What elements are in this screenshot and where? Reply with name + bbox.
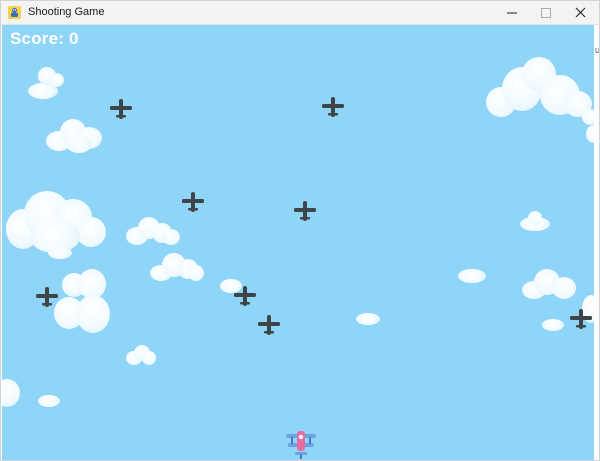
close-icon (575, 7, 585, 18)
maximize-icon (541, 7, 551, 18)
game-window: Shooting Game Score: 0 u (0, 0, 600, 461)
cloud (356, 309, 382, 325)
maximize-button[interactable] (529, 1, 563, 24)
game-canvas[interactable]: Score: 0 (2, 25, 594, 460)
cloud (126, 345, 158, 365)
cloud (48, 245, 72, 259)
enemy-plane-icon (36, 287, 58, 307)
cloud (46, 117, 104, 155)
cloud (522, 269, 578, 301)
enemy-plane-icon (322, 97, 344, 117)
close-button[interactable] (563, 1, 597, 24)
enemy-plane-icon (234, 286, 256, 306)
enemy-plane-icon (258, 315, 280, 335)
minimize-button[interactable] (495, 1, 529, 24)
python-game-icon (8, 6, 21, 19)
edge-text: u (595, 45, 600, 55)
cloud (2, 379, 22, 409)
cloud (486, 57, 594, 121)
window-edge (594, 25, 599, 460)
enemy-plane-icon (182, 192, 204, 212)
cloud (582, 109, 594, 145)
cloud (150, 253, 206, 283)
cloud (126, 217, 182, 247)
title-bar[interactable]: Shooting Game (1, 1, 599, 25)
cloud (542, 315, 566, 331)
enemy-plane-icon (570, 309, 592, 329)
cloud (38, 391, 62, 407)
cloud (458, 265, 488, 283)
cloud (520, 211, 552, 231)
cloud (54, 269, 114, 335)
score-label: Score: 0 (10, 29, 79, 48)
window-title: Shooting Game (28, 6, 105, 18)
minimize-icon (507, 12, 517, 13)
enemy-plane-icon (110, 99, 132, 119)
cloud (26, 65, 66, 99)
player-biplane-icon[interactable] (284, 428, 318, 460)
enemy-plane-icon (294, 201, 316, 221)
